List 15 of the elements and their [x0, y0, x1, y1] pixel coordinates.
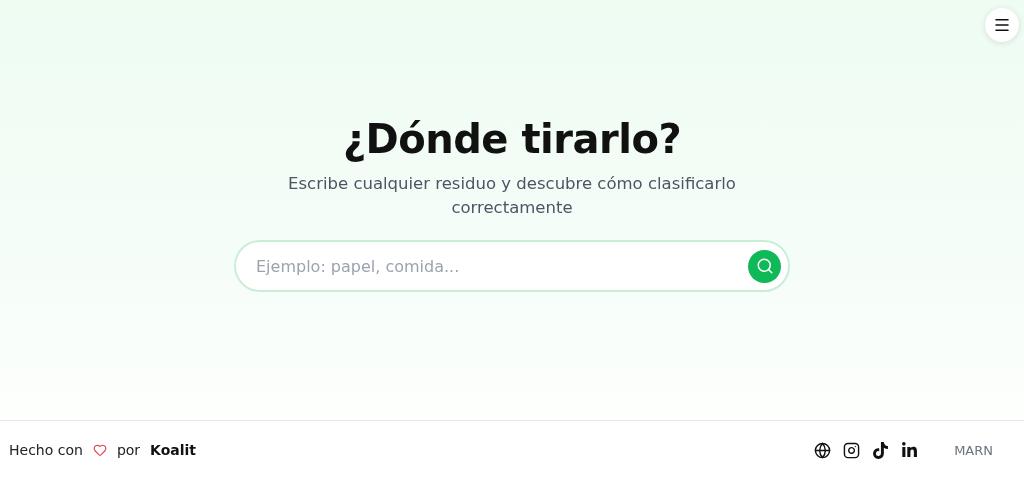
menu-icon	[993, 16, 1011, 34]
heart-icon	[92, 443, 107, 458]
footer-text: por	[116, 442, 141, 459]
tiktok-link[interactable]	[872, 441, 890, 459]
partner-label: MARN	[954, 442, 993, 458]
linkedin-link[interactable]	[901, 441, 919, 459]
footer-text: Hecho con	[9, 442, 83, 459]
menu-button[interactable]	[985, 8, 1019, 42]
search-icon	[755, 257, 774, 275]
page-title: ¿Dónde tirarlo?	[342, 116, 682, 162]
globe-link[interactable]	[814, 441, 832, 459]
author-name: Koalit	[150, 442, 197, 459]
instagram-link[interactable]	[843, 441, 861, 459]
subtitle: Escribe cualquier residuo y descubre cómo clasificarlo correctamente	[287, 173, 737, 219]
search-field[interactable]: Ejemplo: papel, comida...	[234, 240, 790, 292]
